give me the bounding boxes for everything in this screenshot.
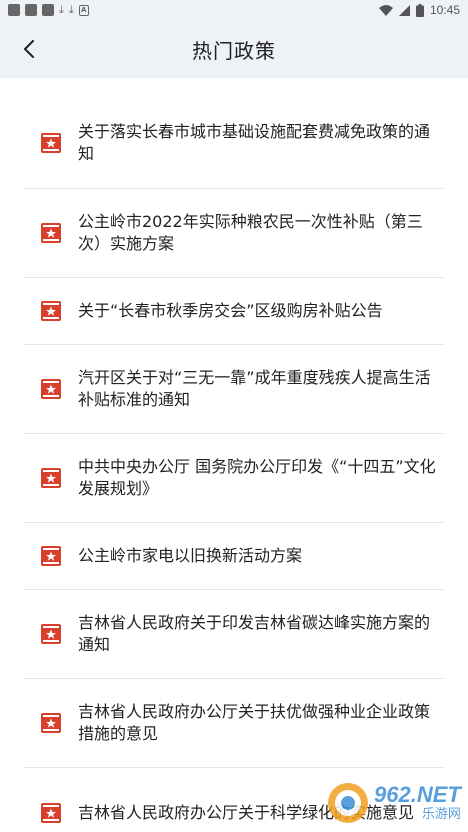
policy-title: 中共中央办公厅 国务院办公厅印发《“十四五”文化发展规划》 <box>78 457 436 498</box>
policy-badge-icon <box>40 712 62 734</box>
battery-icon <box>415 3 424 17</box>
page-title: 热门政策 <box>192 38 276 63</box>
policy-title: 汽开区关于对“三无一靠”成年重度残疾人提高生活补贴标准的通知 <box>78 368 431 409</box>
policy-title: 关于落实长春市城市基础设施配套费减免政策的通知 <box>78 122 431 163</box>
policy-list: 关于落实长春市城市基础设施配套费减免政策的通知 公主岭市2022年实际种粮农民一… <box>0 78 468 832</box>
app-notification-icon <box>42 4 54 16</box>
app-header: 热门政策 <box>0 20 468 78</box>
clock: 10:45 <box>429 3 460 17</box>
site-watermark: 962.NET 乐游网 <box>326 778 464 828</box>
policy-badge-icon <box>40 300 62 322</box>
policy-badge-icon <box>40 467 62 489</box>
policy-badge-icon <box>40 545 62 567</box>
watermark-logo-icon <box>328 783 368 823</box>
policy-badge-icon <box>40 623 62 645</box>
app-notification-icon <box>8 4 20 16</box>
policy-title: 公主岭市家电以旧换新活动方案 <box>78 546 303 565</box>
policy-list-item[interactable]: 关于“长春市秋季房交会”区级购房补贴公告 <box>24 278 444 345</box>
policy-list-item[interactable]: 关于落实长春市城市基础设施配套费减免政策的通知 <box>24 78 444 189</box>
watermark-brand: 962.NET <box>374 782 461 807</box>
watermark-sub: 乐游网 <box>421 807 461 822</box>
policy-badge-icon <box>40 378 62 400</box>
download-icon: ⤓ <box>68 3 74 16</box>
policy-badge-icon <box>40 222 62 244</box>
policy-badge-icon <box>40 132 62 154</box>
wifi-icon <box>378 4 393 16</box>
signal-icon <box>398 4 410 16</box>
policy-list-item[interactable]: 公主岭市家电以旧换新活动方案 <box>24 523 444 590</box>
policy-list-item[interactable]: 公主岭市2022年实际种粮农民一次性补贴（第三次）实施方案 <box>24 189 444 278</box>
status-bar: ⤓ ⤓ A 10:45 <box>0 0 468 20</box>
app-notification-icon <box>25 4 37 16</box>
policy-title: 关于“长春市秋季房交会”区级购房补贴公告 <box>78 301 383 320</box>
policy-list-item[interactable]: 吉林省人民政府关于印发吉林省碳达峰实施方案的通知 <box>24 590 444 679</box>
chevron-left-icon <box>24 40 34 58</box>
policy-title: 公主岭市2022年实际种粮农民一次性补贴（第三次）实施方案 <box>78 212 423 253</box>
policy-title: 吉林省人民政府办公厅关于扶优做强种业企业政策措施的意见 <box>78 702 431 743</box>
back-button[interactable] <box>14 34 44 64</box>
policy-badge-icon <box>40 802 62 824</box>
policy-list-item[interactable]: 吉林省人民政府办公厅关于扶优做强种业企业政策措施的意见 <box>24 679 444 768</box>
download-icon: ⤓ <box>59 3 64 16</box>
system-icons: 10:45 <box>378 3 460 17</box>
a-icon: A <box>78 4 89 16</box>
policy-list-item[interactable]: 汽开区关于对“三无一靠”成年重度残疾人提高生活补贴标准的通知 <box>24 345 444 434</box>
policy-title: 吉林省人民政府关于印发吉林省碳达峰实施方案的通知 <box>78 613 431 654</box>
notification-icons: ⤓ ⤓ A <box>8 4 89 16</box>
policy-list-item[interactable]: 中共中央办公厅 国务院办公厅印发《“十四五”文化发展规划》 <box>24 434 444 523</box>
